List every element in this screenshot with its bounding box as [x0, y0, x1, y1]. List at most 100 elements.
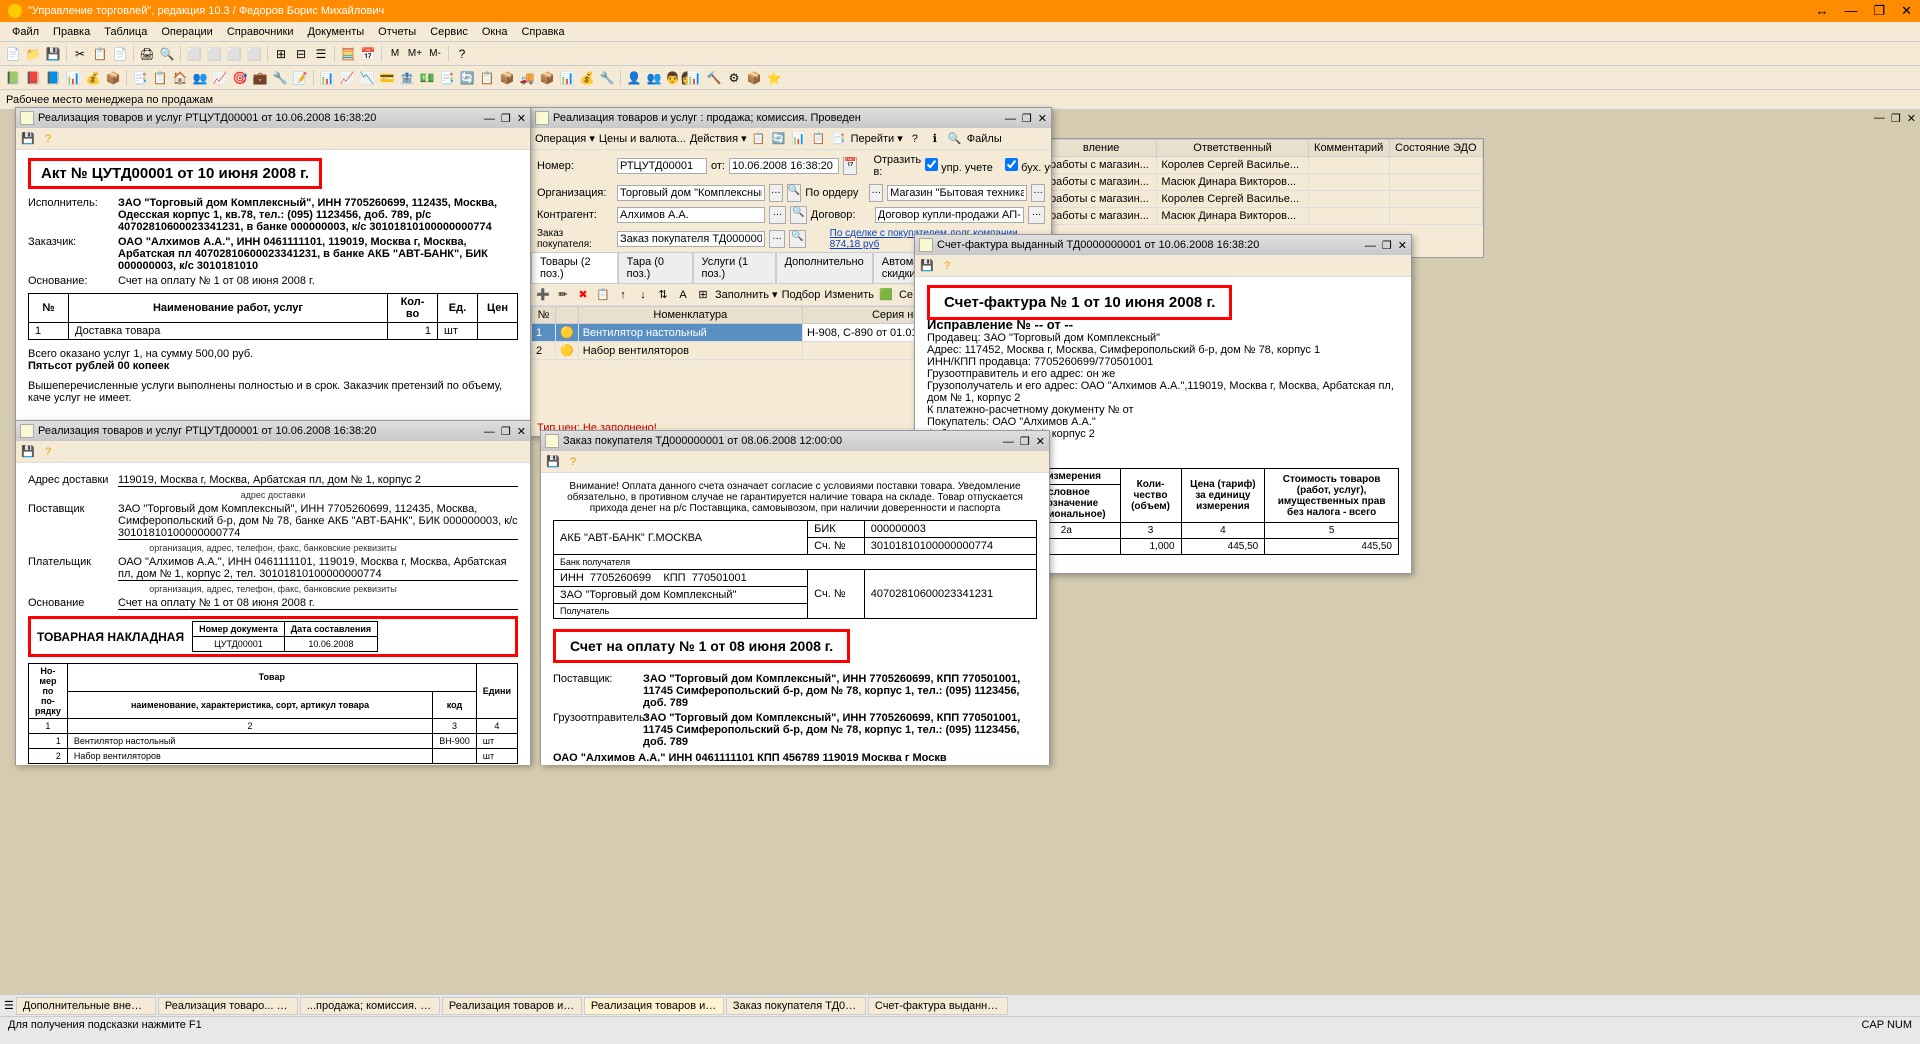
settings-icon[interactable]: ⚙ [725, 69, 743, 87]
menu-documents[interactable]: Документы [301, 24, 370, 40]
win-close[interactable]: ✕ [517, 113, 526, 125]
close-button[interactable]: ✕ [1901, 3, 1912, 19]
win-min[interactable]: — [1003, 436, 1014, 448]
zakaz-input[interactable] [617, 231, 765, 247]
menu-actions[interactable]: Действия ▾ [690, 132, 747, 145]
win-max[interactable]: ❐ [1020, 436, 1030, 448]
calc-icon[interactable]: 🧮 [339, 45, 357, 63]
cb-bukh[interactable] [1005, 158, 1018, 171]
tab-services[interactable]: Услуги (1 поз.) [693, 252, 776, 283]
tools-icon[interactable]: 🔨 [705, 69, 723, 87]
a-icon[interactable]: А [675, 287, 691, 303]
files-button[interactable]: Файлы [967, 133, 1002, 145]
doc-icon[interactable]: 📊 [558, 69, 576, 87]
calendar-icon[interactable]: 📅 [359, 45, 377, 63]
m-plus-icon[interactable]: M+ [406, 45, 424, 63]
doc-icon[interactable]: 📦 [104, 69, 122, 87]
cell[interactable]: Королев Сергей Василье... [1157, 157, 1308, 174]
doc-icon[interactable]: 📕 [24, 69, 42, 87]
user-icon[interactable]: 👤 [625, 69, 643, 87]
tb-icon[interactable]: ⬜ [245, 45, 263, 63]
cell[interactable]: 2 [532, 342, 556, 360]
tb-icon[interactable]: ⬜ [185, 45, 203, 63]
star-icon[interactable]: ⭐ [765, 69, 783, 87]
win-min[interactable]: — [484, 426, 495, 438]
doc-icon[interactable]: 📑 [438, 69, 456, 87]
menu-file[interactable]: Файл [6, 24, 45, 40]
org-input[interactable] [617, 185, 765, 201]
change-button[interactable]: Изменить [824, 289, 874, 301]
action-icon[interactable]: 📋 [751, 131, 767, 147]
menu-prices[interactable]: Цены и валюта... [599, 133, 686, 145]
win-max[interactable]: ❐ [1022, 113, 1032, 125]
copy-icon[interactable]: 📋 [91, 45, 109, 63]
order-input[interactable] [887, 185, 1027, 201]
cell[interactable]: работы с магазин... [1046, 174, 1157, 191]
save-icon[interactable]: 💾 [545, 454, 561, 470]
cell-icon[interactable]: 🟡 [556, 342, 579, 360]
grid-icon[interactable]: ⊞ [695, 287, 711, 303]
report-icon[interactable]: 📊 [685, 69, 703, 87]
m-icon[interactable]: M [386, 45, 404, 63]
doc-icon[interactable]: 📦 [538, 69, 556, 87]
select-button[interactable]: … [769, 230, 785, 248]
taskbar-tab[interactable]: Реализация товаров и у...:20 [584, 997, 724, 1015]
taskbar-tab[interactable]: Дополнительные внешн.... [16, 997, 156, 1015]
menu-catalogs[interactable]: Справочники [221, 24, 300, 40]
doc-icon[interactable]: 📋 [151, 69, 169, 87]
win-close[interactable]: ✕ [1036, 436, 1045, 448]
doc-icon[interactable]: 💼 [251, 69, 269, 87]
taskbar-tab[interactable]: Реализация товаро... 2008 г. [158, 997, 298, 1015]
menu-table[interactable]: Таблица [98, 24, 153, 40]
icon[interactable]: Се [898, 287, 914, 303]
search-button[interactable]: 🔍 [789, 230, 805, 248]
taskbar-tab[interactable]: Счет-фактура выданны...:20 [868, 997, 1008, 1015]
m-minus-icon[interactable]: M- [426, 45, 444, 63]
win-min[interactable]: — [1365, 240, 1376, 252]
edit-icon[interactable]: ✏ [555, 287, 571, 303]
help-icon[interactable]: ? [907, 131, 923, 147]
doc-icon[interactable]: 📊 [318, 69, 336, 87]
select-button[interactable]: Подбор [782, 289, 821, 301]
help-icon[interactable]: ? [939, 258, 955, 274]
cell[interactable]: работы с магазин... [1046, 208, 1157, 225]
cell[interactable]: Масюк Динара Викторов... [1157, 208, 1308, 225]
doc-icon[interactable]: 📊 [64, 69, 82, 87]
save-icon[interactable]: 💾 [20, 444, 36, 460]
num-input[interactable] [617, 158, 707, 174]
search-button[interactable]: 🔍 [787, 184, 801, 202]
cell[interactable]: работы с магазин... [1046, 191, 1157, 208]
ws-close-button[interactable]: ✕ [1907, 112, 1916, 125]
tb-icon[interactable]: ⬜ [225, 45, 243, 63]
delete-icon[interactable]: ✖ [575, 287, 591, 303]
ws-restore-button[interactable]: ❐ [1891, 112, 1901, 125]
doc-icon[interactable]: 🔧 [271, 69, 289, 87]
dog-input[interactable] [875, 207, 1024, 223]
tb-icon[interactable]: ☰ [312, 45, 330, 63]
doc-icon[interactable]: 🏦 [398, 69, 416, 87]
cell[interactable]: Масюк Динара Викторов... [1157, 174, 1308, 191]
cell-icon[interactable]: 🟡 [556, 324, 579, 342]
open-icon[interactable]: 📁 [24, 45, 42, 63]
select-button[interactable]: … [769, 206, 786, 224]
ws-minimize-button[interactable]: — [1874, 112, 1885, 125]
up-icon[interactable]: ↑ [615, 287, 631, 303]
help-icon[interactable]: ? [453, 45, 471, 63]
copy-icon[interactable]: 📋 [595, 287, 611, 303]
minimize-button[interactable]: — [1844, 3, 1857, 19]
doc-icon[interactable]: 📈 [338, 69, 356, 87]
cell[interactable]: работы с магазин... [1046, 157, 1157, 174]
date-input[interactable] [729, 158, 839, 174]
action-icon[interactable]: 📊 [791, 131, 807, 147]
select-button[interactable]: … [769, 184, 783, 202]
select-button[interactable]: … [869, 184, 883, 202]
cb-upr[interactable] [925, 158, 938, 171]
action-icon[interactable]: 📑 [831, 131, 847, 147]
search-icon[interactable]: 🔍 [947, 131, 963, 147]
doc-icon[interactable]: 📉 [358, 69, 376, 87]
taskbar-icon[interactable]: ☰ [4, 999, 14, 1012]
new-icon[interactable]: 📄 [4, 45, 22, 63]
down-icon[interactable]: ↓ [635, 287, 651, 303]
group-icon[interactable]: 👨‍👩 [665, 69, 683, 87]
doc-icon[interactable]: 🔧 [598, 69, 616, 87]
